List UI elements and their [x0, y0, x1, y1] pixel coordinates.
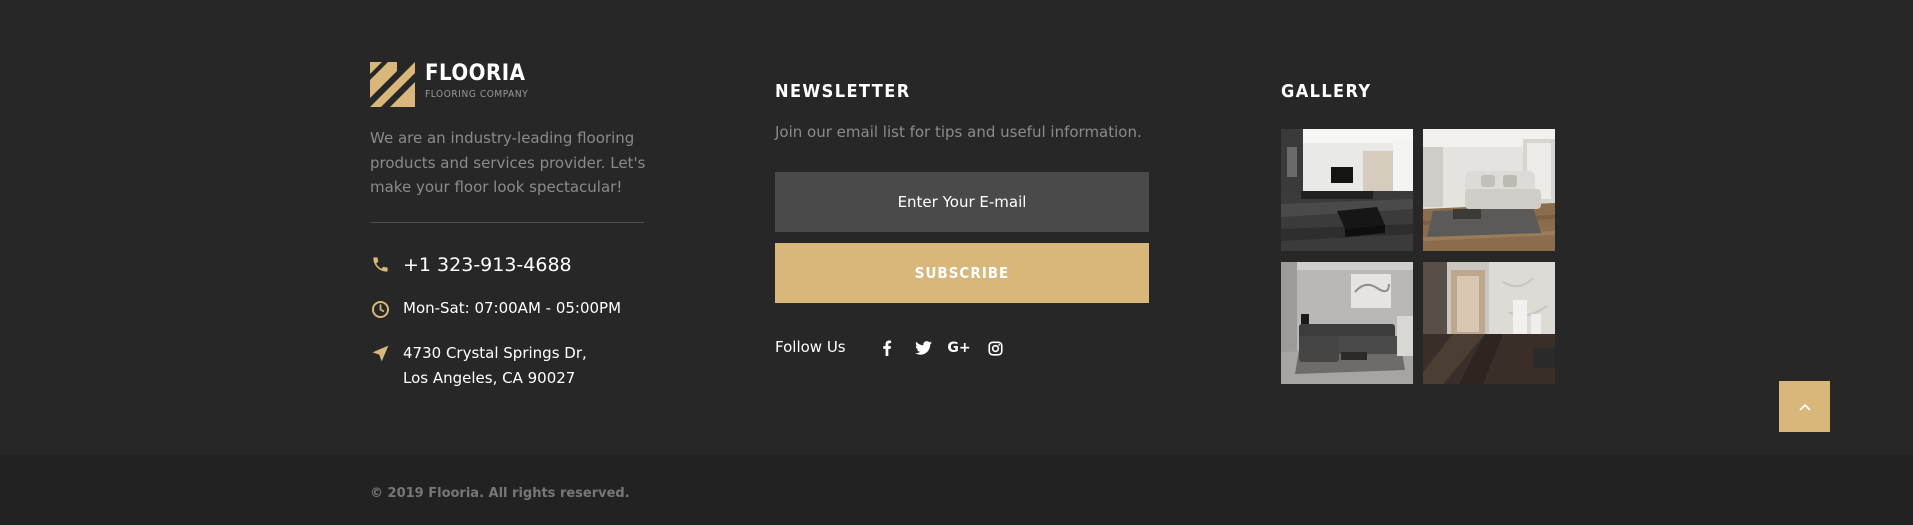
- contact-phone[interactable]: +1 323-913-4688: [370, 254, 572, 276]
- opening-hours: Mon-Sat: 07:00AM - 05:00PM: [403, 299, 622, 317]
- facebook-icon[interactable]: [876, 337, 898, 359]
- email-input[interactable]: [775, 172, 1149, 232]
- gallery-image-2[interactable]: [1423, 129, 1555, 251]
- phone-icon: [370, 254, 390, 274]
- gallery-image-1[interactable]: [1281, 129, 1413, 251]
- gallery-title: GALLERY: [1281, 81, 1372, 102]
- newsletter-description: Join our email list for tips and useful …: [775, 123, 1142, 141]
- footer-bottom-bar: [0, 455, 1913, 525]
- back-to-top-button[interactable]: [1779, 381, 1830, 432]
- brand-name: FLOORIA: [425, 61, 526, 86]
- gallery-image-3[interactable]: [1281, 262, 1413, 384]
- newsletter-title: NEWSLETTER: [775, 81, 911, 102]
- about-text: We are an industry-leading flooring prod…: [370, 129, 646, 196]
- divider: [370, 222, 644, 223]
- clock-icon: [370, 299, 390, 319]
- phone-number: +1 323-913-4688: [403, 254, 572, 276]
- twitter-icon[interactable]: [912, 337, 934, 359]
- follow-us-label: Follow Us: [775, 338, 846, 356]
- contact-hours: Mon-Sat: 07:00AM - 05:00PM: [370, 299, 621, 319]
- location-arrow-icon: [370, 343, 390, 363]
- brand-tagline: FLOORING COMPANY: [425, 89, 529, 100]
- gallery-image-4[interactable]: [1423, 262, 1555, 384]
- logo-mark-icon: [370, 62, 415, 107]
- chevron-up-icon: [1798, 403, 1811, 411]
- address-line-2: Los Angeles, CA 90027: [403, 368, 576, 387]
- brand-logo[interactable]: FLOORIA FLOORING COMPANY: [370, 62, 528, 107]
- instagram-icon[interactable]: [984, 337, 1006, 359]
- subscribe-button[interactable]: SUBSCRIBE: [775, 243, 1149, 303]
- contact-address: 4730 Crystal Springs Dr, Los Angeles, CA…: [370, 341, 587, 390]
- address-line-1: 4730 Crystal Springs Dr,: [403, 344, 587, 362]
- copyright-text: © 2019 Flooria. All rights reserved.: [370, 486, 630, 501]
- google-plus-icon[interactable]: G+: [947, 337, 970, 359]
